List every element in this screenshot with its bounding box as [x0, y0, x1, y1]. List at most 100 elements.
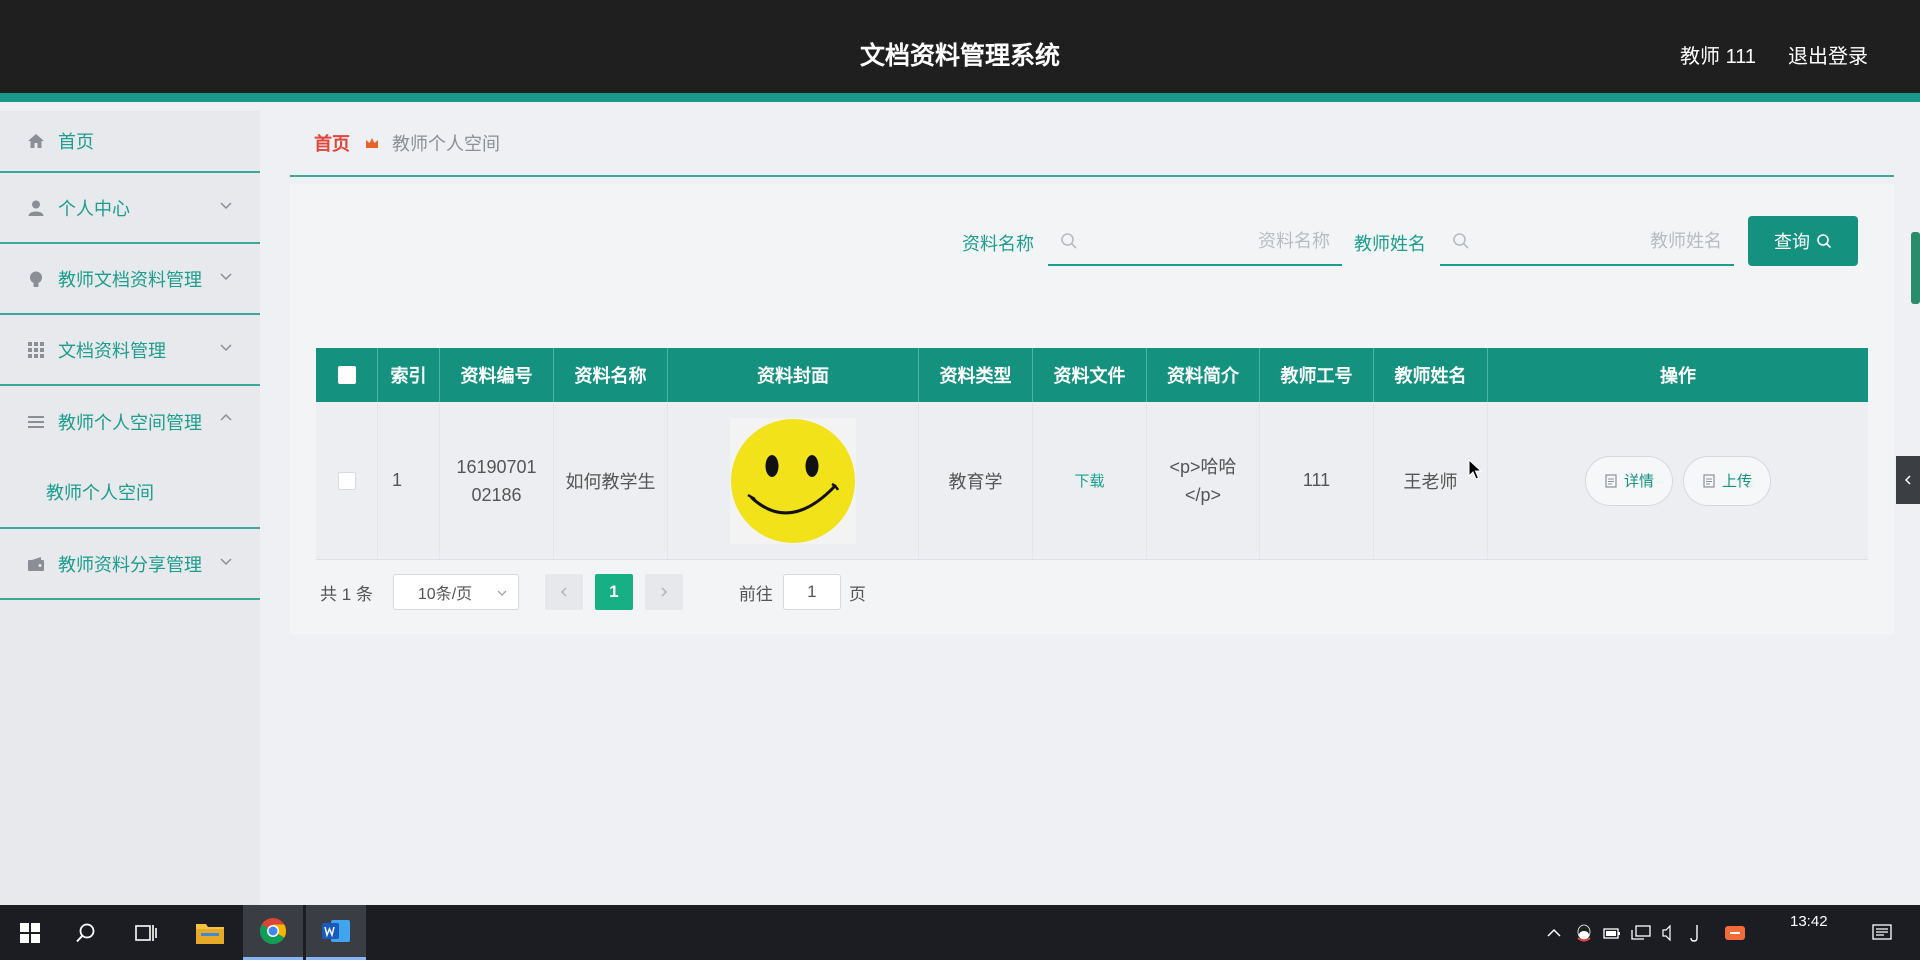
- search-icon: [76, 923, 95, 942]
- word-icon: [322, 920, 350, 942]
- select-all-checkbox[interactable]: [337, 366, 356, 384]
- query-button-label: 查询: [1774, 232, 1810, 252]
- upload-button-label: 上传: [1722, 473, 1753, 490]
- app-title: 文档资料管理系统: [859, 42, 1060, 70]
- sidebar-item-home[interactable]: 首页: [0, 111, 260, 173]
- teacher-id-cell: 111: [1260, 402, 1374, 559]
- document-icon: [1605, 473, 1617, 488]
- download-link[interactable]: 下载: [1074, 470, 1104, 491]
- search-icon: [1453, 233, 1469, 249]
- list-icon: [26, 412, 46, 432]
- select-cell: [316, 402, 378, 559]
- file-cell: 下载: [1033, 402, 1147, 559]
- task-view-icon: [135, 924, 157, 941]
- goto-label: 前往: [738, 584, 773, 604]
- sidebar-item-personal-center[interactable]: 个人中心: [0, 173, 260, 244]
- search-icon: [1061, 233, 1077, 249]
- chevron-down-icon: [220, 558, 232, 566]
- next-page-button[interactable]: [644, 574, 683, 610]
- query-button[interactable]: 查询: [1748, 216, 1858, 266]
- user-icon: [26, 198, 46, 218]
- chevron-down-icon: [220, 202, 232, 210]
- sidebar: 首页 个人中心 教师文档资料管理 文档资料管理 教师个人空间管理 教师个人空间: [0, 111, 260, 905]
- side-panel-toggle[interactable]: [1896, 456, 1920, 504]
- column-header: 索引: [378, 348, 440, 402]
- sidebar-subitem-teacher-space[interactable]: 教师个人空间: [0, 457, 260, 529]
- page-number-current[interactable]: 1: [594, 574, 633, 610]
- qq-icon[interactable]: [1574, 923, 1594, 943]
- sidebar-item-label: 教师个人空间管理: [58, 412, 202, 433]
- actions-cell: 详情 上传: [1488, 402, 1868, 559]
- document-icon: [1703, 473, 1715, 488]
- chevron-left-icon: [560, 587, 567, 597]
- notification-icon[interactable]: [1872, 923, 1892, 941]
- sidebar-item-teacher-docs[interactable]: 教师文档资料管理: [0, 244, 260, 315]
- row-checkbox[interactable]: [337, 471, 356, 490]
- smiley-face-image: [730, 417, 856, 544]
- chevron-up-icon: [220, 413, 232, 421]
- total-count: 共 1 条: [320, 584, 373, 604]
- pen-icon[interactable]: [1688, 924, 1702, 942]
- cover-cell: [668, 402, 919, 559]
- column-header: 操作: [1660, 366, 1696, 386]
- sidebar-item-label: 教师资料分享管理: [58, 554, 202, 575]
- windows-start-button[interactable]: [0, 905, 60, 960]
- prev-page-button[interactable]: [544, 574, 583, 610]
- page-size-select[interactable]: 10条/页: [392, 574, 519, 610]
- word-button[interactable]: [306, 905, 366, 960]
- mouse-cursor-icon: [1468, 459, 1482, 480]
- goto-page-input[interactable]: [782, 574, 841, 610]
- volume-icon[interactable]: [1660, 924, 1676, 942]
- goto-unit: 页: [848, 584, 866, 604]
- chrome-button[interactable]: [243, 905, 303, 960]
- sidebar-item-teacher-space[interactable]: 教师个人空间管理: [0, 386, 260, 457]
- detail-button[interactable]: 详情: [1584, 455, 1673, 506]
- code-line: 02186: [471, 484, 522, 505]
- chevron-right-icon: [661, 587, 667, 597]
- column-header: 资料封面: [668, 348, 919, 402]
- teacher-search-input[interactable]: [1480, 224, 1722, 258]
- bulb-icon: [26, 269, 46, 289]
- column-header: 资料文件: [1033, 348, 1147, 402]
- column-header: 资料名称: [554, 348, 668, 402]
- breadcrumb-current: 教师个人空间: [392, 134, 500, 154]
- upload-button[interactable]: 上传: [1683, 455, 1772, 506]
- task-view-button[interactable]: [116, 905, 176, 960]
- name-search-input[interactable]: [1088, 224, 1330, 258]
- code-line: 16190701: [456, 456, 537, 477]
- intro-cell: <p>哈哈 </p>: [1147, 402, 1260, 559]
- table-header: 索引 资料编号 资料名称 资料封面 资料类型 资料文件 资料简介 教师工号 教师…: [316, 348, 1868, 402]
- content-panel: 资料名称 教师姓名 查询 索引 资料编号 资料名称 资料封面 资料类型 资料文件…: [290, 184, 1894, 634]
- intro-line: </p>: [1184, 484, 1222, 505]
- sidebar-item-docs[interactable]: 文档资料管理: [0, 315, 260, 386]
- search-icon: [1817, 234, 1832, 249]
- scrollbar-thumb[interactable]: [1911, 232, 1920, 304]
- grid-icon: [26, 340, 46, 360]
- file-explorer-icon: [196, 923, 224, 944]
- sidebar-item-label: 个人中心: [58, 198, 130, 219]
- input-method-icon[interactable]: [1724, 924, 1746, 942]
- crown-icon: [364, 135, 380, 151]
- app-header: 文档资料管理系统 教师 111 退出登录: [0, 0, 1920, 102]
- current-user: 教师 111: [1680, 46, 1756, 68]
- select-all-cell: [316, 348, 378, 402]
- chevron-down-icon: [220, 273, 232, 281]
- chevron-up-icon[interactable]: [1546, 926, 1562, 940]
- system-tray: [1546, 905, 1746, 960]
- sidebar-item-label: 文档资料管理: [58, 340, 166, 361]
- logout-link[interactable]: 退出登录: [1788, 40, 1868, 69]
- sidebar-item-share[interactable]: 教师资料分享管理: [0, 529, 260, 600]
- index-cell: 1: [378, 402, 440, 559]
- name-cell: 如何教学生: [554, 402, 668, 559]
- column-header: 资料类型: [919, 348, 1033, 402]
- taskbar-clock[interactable]: 13:42: [1790, 913, 1828, 930]
- battery-icon[interactable]: [1602, 924, 1622, 942]
- taskbar-search-button[interactable]: [56, 905, 116, 960]
- column-header: 资料编号: [440, 348, 554, 402]
- breadcrumb-home[interactable]: 首页: [314, 130, 350, 156]
- chrome-icon: [259, 918, 287, 945]
- type-cell: 教育学: [919, 402, 1033, 559]
- file-explorer-button[interactable]: [180, 905, 240, 960]
- detail-button-label: 详情: [1623, 473, 1654, 490]
- network-icon[interactable]: [1630, 924, 1652, 942]
